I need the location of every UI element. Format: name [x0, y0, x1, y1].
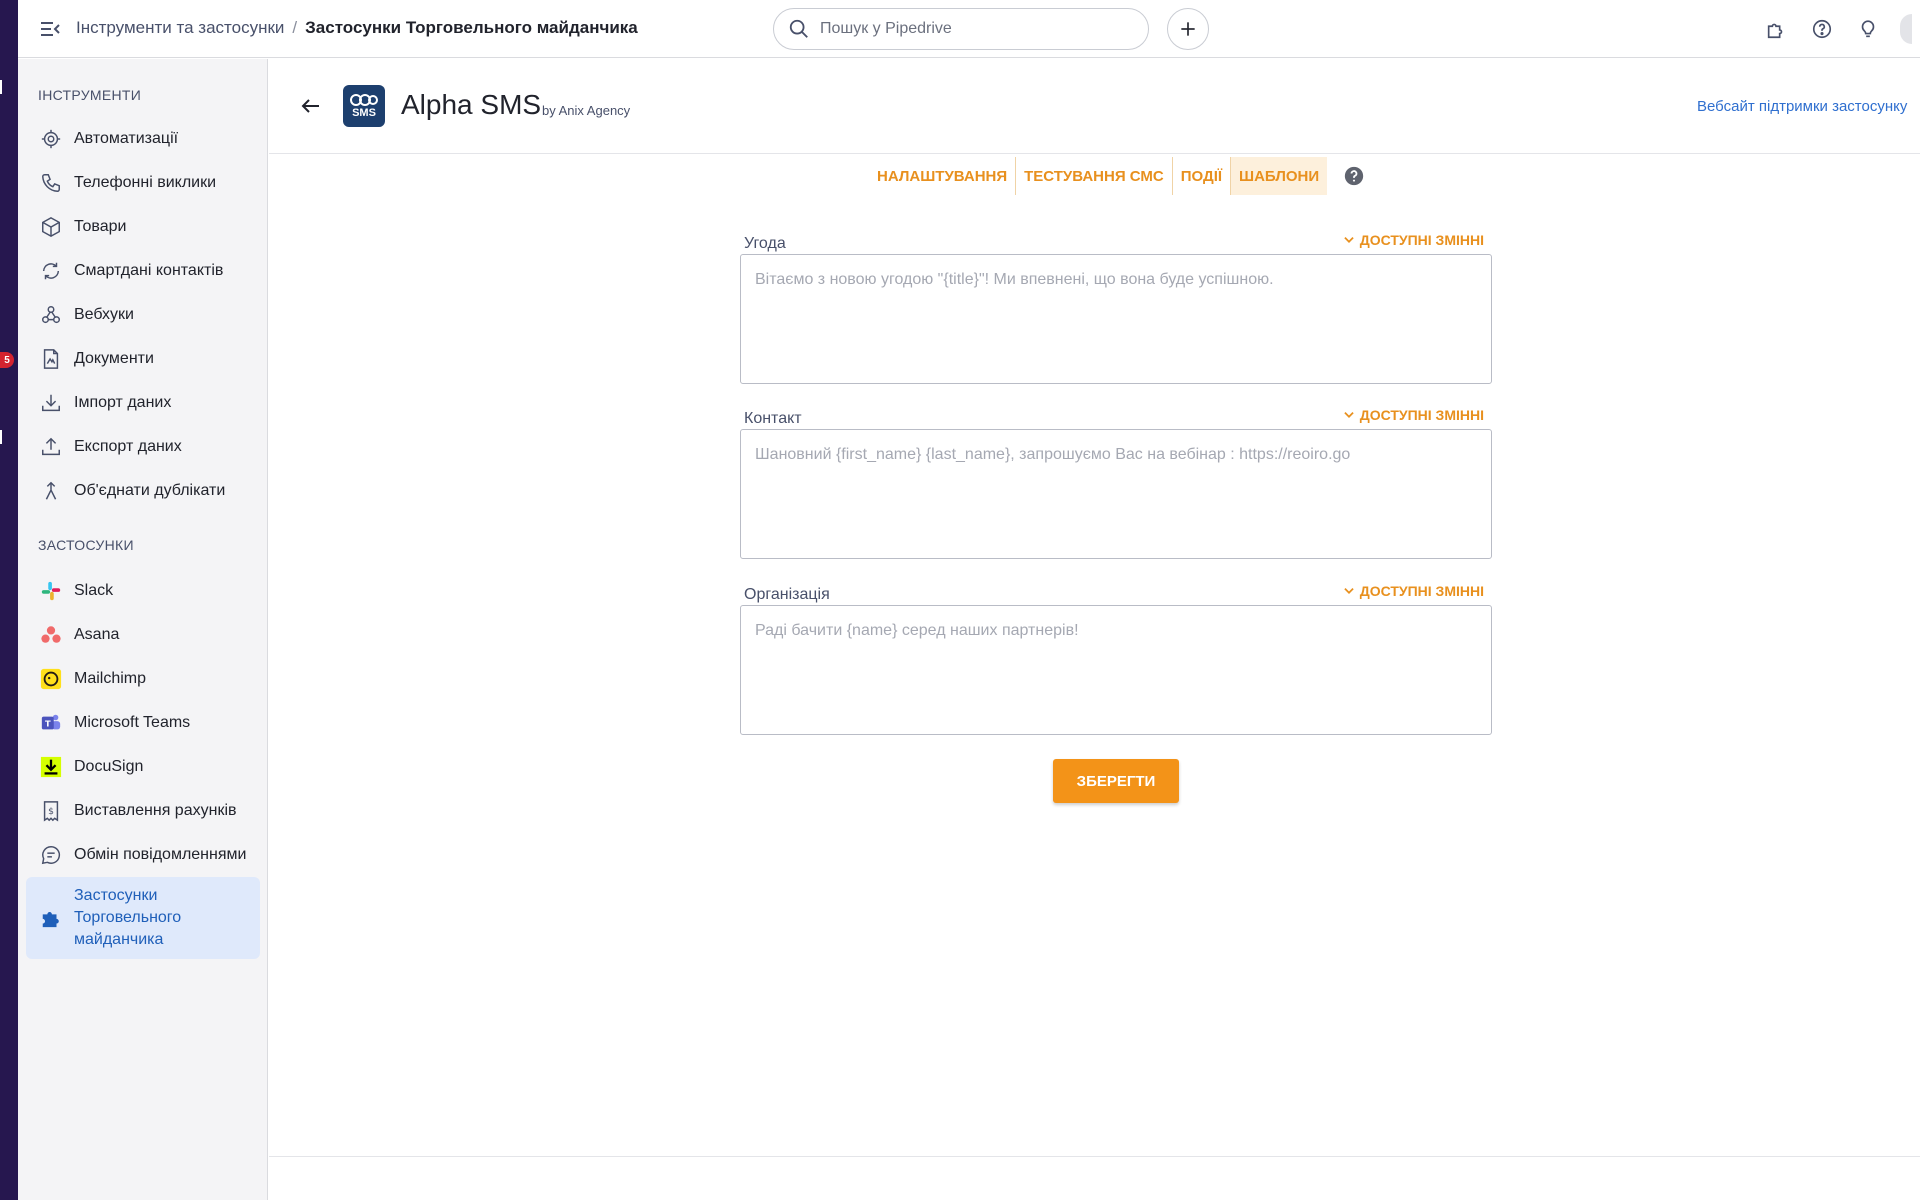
deal-template-input[interactable]: [740, 254, 1492, 384]
main-content: SMS Alpha SMS by Anix Agency Вебсайт під…: [269, 59, 1920, 1200]
rail-marker: [0, 430, 2, 444]
sidebar-item-calls[interactable]: Телефонні виклики: [26, 161, 260, 205]
tab-settings[interactable]: НАЛАШТУВАННЯ: [869, 157, 1017, 195]
marketplace-puzzle-icon[interactable]: [1762, 15, 1790, 43]
chevron-down-icon: [1344, 412, 1354, 418]
sidebar-item-documents[interactable]: Документи: [26, 337, 260, 381]
sidebar-item-slack[interactable]: Slack: [26, 569, 260, 613]
app-title: Alpha SMS: [401, 89, 542, 120]
apps-section-title: ЗАСТОСУНКИ: [38, 537, 134, 553]
tab-events[interactable]: ПОДІЇ: [1173, 157, 1232, 195]
automation-icon: [40, 128, 62, 150]
plus-icon: [1181, 22, 1195, 36]
organization-template-input[interactable]: [740, 605, 1492, 735]
docusign-icon: [40, 756, 62, 778]
import-icon: [40, 392, 62, 414]
teams-icon: T: [40, 712, 62, 734]
sidebar-item-invoicing[interactable]: $ Виставлення рахунків: [26, 789, 260, 833]
lightbulb-icon[interactable]: [1854, 15, 1882, 43]
sidebar-item-mailchimp[interactable]: Mailchimp: [26, 657, 260, 701]
organization-template-label: Організація: [744, 586, 830, 603]
sidebar-item-messaging[interactable]: Обмін повідомленнями: [26, 833, 260, 877]
export-icon: [40, 436, 62, 458]
rail-marker: [0, 80, 2, 94]
box-icon: [40, 216, 62, 238]
menu-collapse-icon[interactable]: [38, 17, 62, 41]
sidebar-item-smart-contact-data[interactable]: Смартдані контактів: [26, 249, 260, 293]
message-icon: [40, 844, 62, 866]
invoice-icon: $: [40, 800, 62, 822]
sidebar-item-webhooks[interactable]: Вебхуки: [26, 293, 260, 337]
slack-icon: [40, 580, 62, 602]
sidebar-item-export[interactable]: Експорт даних: [26, 425, 260, 469]
back-arrow-icon[interactable]: [299, 94, 323, 118]
sidebar-item-automations[interactable]: Автоматизації: [26, 117, 260, 161]
svg-text:T: T: [45, 719, 51, 729]
sidebar-item-products[interactable]: Товари: [26, 205, 260, 249]
contact-template-input[interactable]: [740, 429, 1492, 559]
tools-section-title: ІНСТРУМЕНТИ: [38, 87, 142, 103]
tools-nav: Автоматизації Телефонні виклики Товари С…: [26, 117, 260, 513]
search-icon: [789, 19, 808, 38]
document-icon: [40, 348, 62, 370]
tab-templates[interactable]: ШАБЛОНИ: [1231, 157, 1328, 195]
tab-bar: НАЛАШТУВАННЯ ТЕСТУВАННЯ СМС ПОДІЇ ШАБЛОН…: [869, 157, 1365, 195]
sidebar-item-asana[interactable]: Asana: [26, 613, 260, 657]
sidebar-item-docusign[interactable]: DocuSign: [26, 745, 260, 789]
app-logo: SMS: [343, 85, 385, 127]
help-icon[interactable]: [1808, 15, 1836, 43]
sidebar-item-merge-duplicates[interactable]: Об'єднати дублікати: [26, 469, 260, 513]
contact-template-label: Контакт: [744, 410, 802, 427]
notification-badge[interactable]: 5: [0, 352, 14, 368]
sidebar-item-teams[interactable]: T Microsoft Teams: [26, 701, 260, 745]
sidebar-item-marketplace-apps[interactable]: Застосунки Торговельного майданчика: [26, 877, 260, 959]
svg-text:$: $: [48, 806, 54, 817]
app-header: SMS Alpha SMS by Anix Agency Вебсайт під…: [269, 59, 1920, 154]
phone-icon: [40, 172, 62, 194]
contact-available-variables-toggle[interactable]: ДОСТУПНІ ЗМІННІ: [1342, 407, 1484, 423]
app-rail: 5: [0, 0, 18, 1200]
search-placeholder: Пошук у Pipedrive: [820, 20, 952, 37]
breadcrumb-current: Застосунки Торговельного майданчика: [305, 18, 638, 37]
app-developer: by Anix Agency: [542, 103, 631, 118]
apps-nav: Slack Asana Mailchimp T Microsoft Teams …: [26, 569, 260, 959]
sidebar-item-import[interactable]: Імпорт даних: [26, 381, 260, 425]
asana-icon: [40, 624, 62, 646]
puzzle-icon: [40, 907, 62, 929]
support-website-link[interactable]: Вебсайт підтримки застосунку: [1697, 98, 1907, 115]
deal-available-variables-toggle[interactable]: ДОСТУПНІ ЗМІННІ: [1342, 232, 1484, 248]
chevron-down-icon: [1344, 237, 1354, 243]
breadcrumb: Інструменти та застосунки / Застосунки Т…: [76, 18, 638, 38]
top-bar: Інструменти та застосунки / Застосунки Т…: [18, 0, 1920, 58]
tab-sms-testing[interactable]: ТЕСТУВАННЯ СМС: [1016, 157, 1173, 195]
quick-add-button[interactable]: [1167, 8, 1209, 50]
breadcrumb-parent[interactable]: Інструменти та застосунки: [76, 18, 284, 38]
deal-template-label: Угода: [744, 235, 786, 252]
question-circle-icon[interactable]: [1343, 165, 1365, 187]
search-input[interactable]: Пошук у Pipedrive: [773, 8, 1149, 50]
sync-icon: [40, 260, 62, 282]
breadcrumb-separator: /: [292, 18, 298, 37]
merge-icon: [40, 480, 62, 502]
chevron-down-icon: [1344, 588, 1354, 594]
divider: [269, 1156, 1920, 1157]
webhook-icon: [40, 304, 62, 326]
save-button[interactable]: ЗБЕРЕГТИ: [1053, 759, 1179, 803]
avatar[interactable]: [1900, 14, 1912, 44]
mailchimp-icon: [40, 668, 62, 690]
organization-available-variables-toggle[interactable]: ДОСТУПНІ ЗМІННІ: [1342, 583, 1484, 599]
sidebar: ІНСТРУМЕНТИ Автоматизації Телефонні викл…: [18, 59, 268, 1200]
